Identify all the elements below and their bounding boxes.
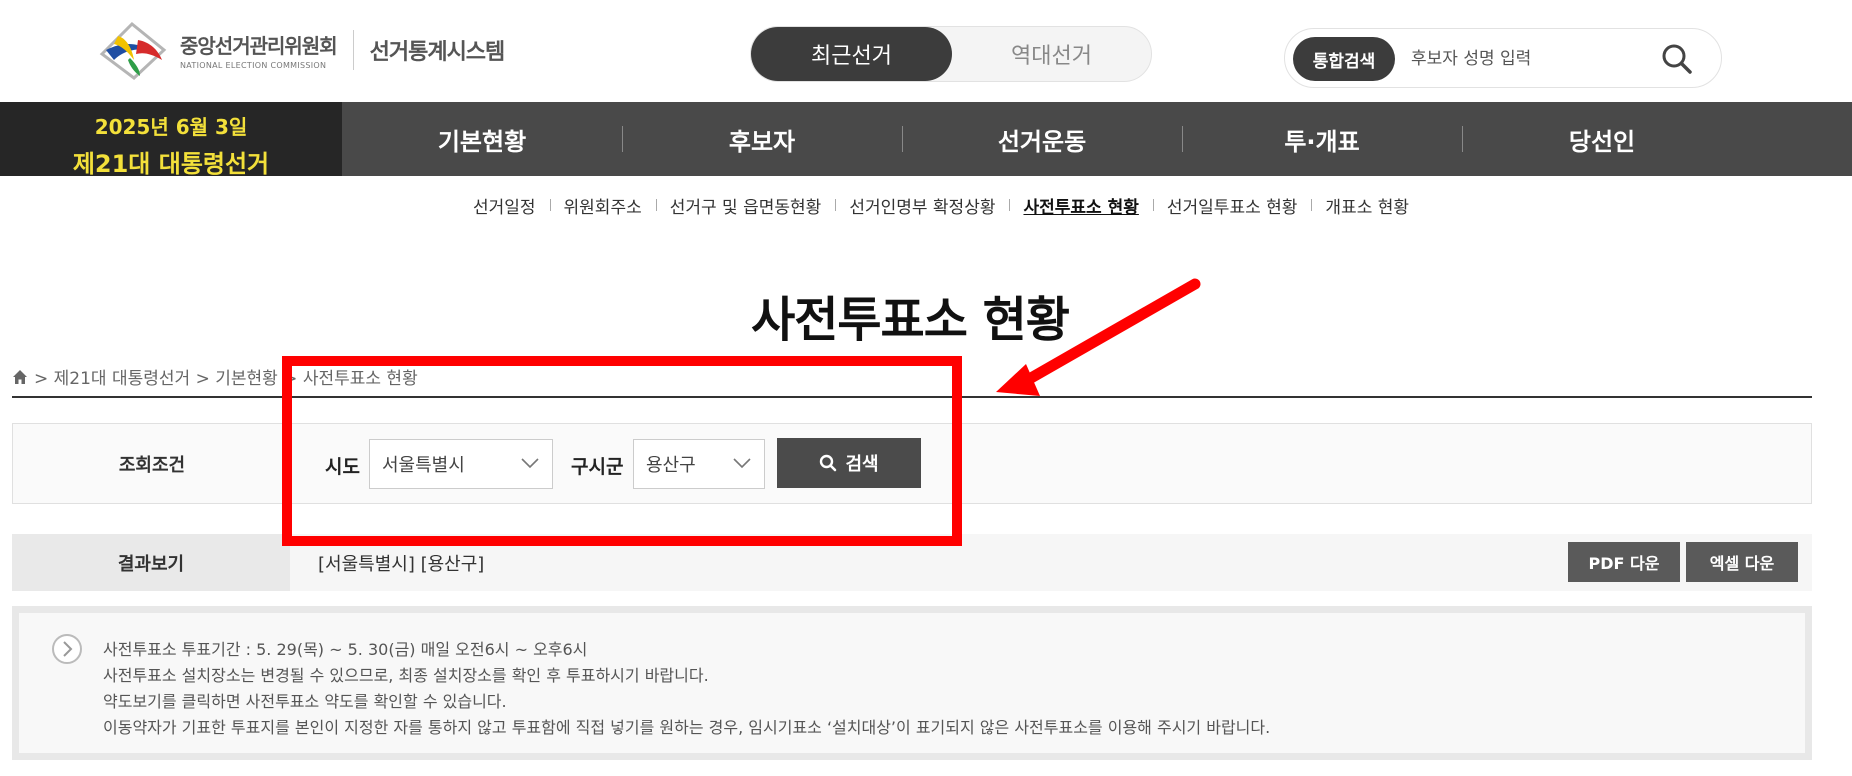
notice-line: 약도보기를 클릭하면 사전투표소 약도를 확인할 수 있습니다. — [103, 692, 507, 711]
query-conditions-label: 조회조건 — [118, 454, 186, 476]
election-date: 2025년 6월 3일 — [94, 115, 248, 139]
pdf-download-button[interactable]: PDF 다운 — [1568, 542, 1680, 582]
home-icon[interactable] — [12, 369, 28, 385]
nav-item-elected[interactable]: 당선인 — [1462, 102, 1742, 176]
notice-line: 이동약자가 기표한 투표지를 본인이 지정한 자를 통하지 않고 투표함에 직접… — [103, 718, 1271, 737]
subnav-item-schedule[interactable]: 선거일정 — [459, 193, 550, 218]
integrated-search: 통합검색 — [1284, 28, 1722, 88]
nav-item-basic-status[interactable]: 기본현황 — [342, 102, 622, 176]
integrated-search-tag[interactable]: 통합검색 — [1293, 37, 1395, 81]
subnav-item-committee-address[interactable]: 위원회주소 — [549, 193, 656, 218]
annotation-highlight-box — [282, 356, 962, 546]
nav-item-voting-counting[interactable]: 투·개표 — [1182, 102, 1462, 176]
toggle-past-elections[interactable]: 역대선거 — [952, 27, 1151, 81]
toggle-recent-election[interactable]: 최근선거 — [751, 27, 952, 81]
result-label: 결과보기 — [12, 534, 290, 591]
logo-divider — [352, 30, 354, 70]
nav-item-campaign[interactable]: 선거운동 — [902, 102, 1182, 176]
subnav-item-election-day-polling-stations[interactable]: 선거일투표소 현황 — [1152, 193, 1312, 218]
system-name: 선거통계시스템 — [369, 40, 506, 65]
subnav-item-counting-stations[interactable]: 개표소 현황 — [1311, 193, 1423, 218]
notice-line: 사전투표소 투표기간 : 5. 29(목) ~ 5. 30(금) 매일 오전6시… — [103, 640, 588, 659]
search-icon[interactable] — [1661, 43, 1693, 75]
site-header: 중앙선거관리위원회 NATIONAL ELECTION COMMISSION 선… — [0, 0, 1852, 102]
nec-logo[interactable]: 중앙선거관리위원회 NATIONAL ELECTION COMMISSION 선… — [92, 20, 506, 80]
excel-download-button[interactable]: 엑셀 다운 — [1686, 542, 1798, 582]
nav-item-candidates[interactable]: 후보자 — [622, 102, 902, 176]
logo-subtitle: NATIONAL ELECTION COMMISSION — [180, 61, 327, 70]
subnav-item-voter-roll[interactable]: 선거인명부 확정상황 — [835, 193, 1009, 218]
candidate-name-input[interactable] — [1411, 43, 1651, 75]
result-filter-summary: [서울특별시] [용산구] — [318, 554, 485, 575]
main-nav: 2025년 6월 3일 제21대 대통령선거 기본현황 후보자 선거운동 투·개… — [0, 102, 1852, 178]
subnav-item-early-polling-stations[interactable]: 사전투표소 현황 — [1009, 193, 1152, 218]
election-badge[interactable]: 2025년 6월 3일 제21대 대통령선거 — [0, 102, 342, 178]
election-title: 제21대 대통령선거 — [72, 150, 270, 178]
election-scope-toggle: 최근선거 역대선거 — [750, 26, 1152, 82]
logo-title: 중앙선거관리위원회 — [180, 34, 338, 58]
subnav-item-districts[interactable]: 선거구 및 읍면동현황 — [655, 193, 836, 218]
notice-line: 사전투표소 설치장소는 변경될 수 있으므로, 최종 설치장소를 확인 후 투표… — [103, 666, 709, 685]
page-title: 사전투표소 현황 — [751, 292, 1070, 348]
notice-box: 사전투표소 투표기간 : 5. 29(목) ~ 5. 30(금) 매일 오전6시… — [12, 606, 1812, 760]
chevron-right-circle-icon — [52, 634, 82, 664]
sub-nav: 선거일정 위원회주소 선거구 및 읍면동현황 선거인명부 확정상황 사전투표소 … — [0, 190, 1852, 220]
nec-emblem-icon — [99, 21, 167, 80]
